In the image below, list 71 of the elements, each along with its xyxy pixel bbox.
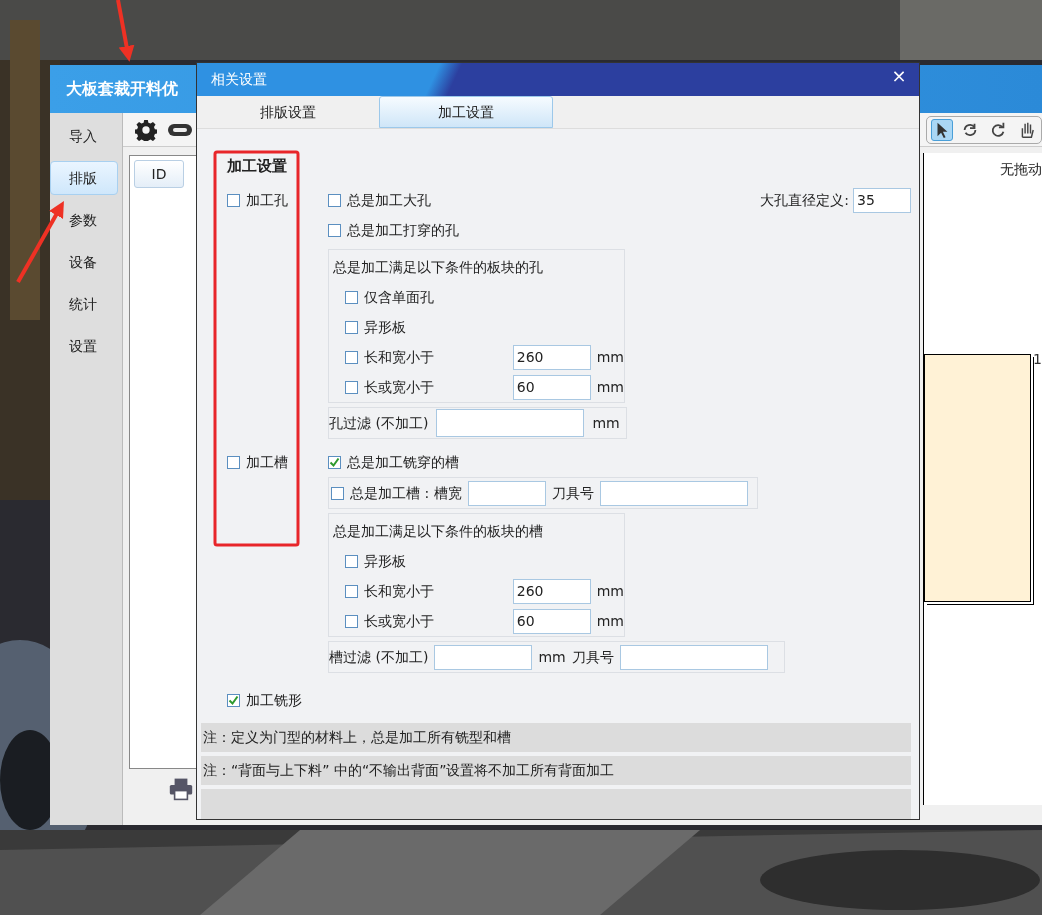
checkbox[interactable]: [328, 455, 341, 469]
unit-label: mm: [538, 647, 566, 667]
group-title: 总是加工满足以下条件的板块的槽: [333, 521, 544, 541]
tab[interactable]: 排版设置: [201, 96, 375, 128]
checkbox[interactable]: [328, 193, 341, 207]
input-field[interactable]: 35: [853, 187, 911, 213]
checkbox[interactable]: [345, 614, 358, 628]
note-text: 注：定义为门型的材料上，总是加工所有铣型和槽: [201, 723, 911, 752]
input-field[interactable]: [467, 480, 546, 506]
input-field[interactable]: 260: [512, 344, 591, 370]
sidebar-item[interactable]: 统计: [50, 287, 118, 321]
field-label: 槽过滤 (不加工): [329, 647, 429, 667]
checkbox-label: 总是加工铣穿的槽: [347, 452, 459, 472]
checkbox[interactable]: [227, 455, 240, 469]
checkbox-label: 长和宽小于: [364, 347, 435, 367]
section-heading: 加工设置: [227, 156, 287, 177]
pointer-tool[interactable]: [931, 118, 953, 141]
sidebar-item[interactable]: 排版: [50, 161, 118, 195]
unit-label: mm: [596, 377, 624, 397]
checkbox[interactable]: [345, 350, 358, 364]
checkbox[interactable]: [345, 320, 358, 334]
sidebar-item[interactable]: 参数: [50, 203, 118, 237]
unit-label: mm: [592, 413, 620, 433]
input-field[interactable]: 60: [512, 608, 591, 634]
checkbox-label: 加工铣形: [246, 690, 302, 710]
checkbox[interactable]: [331, 486, 344, 500]
checkbox[interactable]: [345, 584, 358, 598]
checkbox-label: 加工孔: [246, 190, 288, 210]
status-text: 无拖动: [1000, 160, 1042, 179]
field-label: 孔过滤 (不加工): [329, 413, 429, 433]
input-field[interactable]: [599, 480, 748, 506]
unit-label: mm: [596, 611, 624, 631]
group-title: 总是加工满足以下条件的板块的孔: [333, 257, 544, 277]
sidebar-item[interactable]: 设备: [50, 245, 118, 279]
dialog-title: 相关设置: [211, 70, 267, 89]
checkbox-label: 异形板: [364, 551, 406, 571]
window-title: 大板套裁开料优: [66, 78, 178, 100]
input-field[interactable]: 260: [512, 578, 591, 604]
panel-number: 1: [1033, 350, 1042, 369]
sidebar-item[interactable]: 导入: [50, 119, 118, 153]
tab[interactable]: 加工设置: [379, 96, 553, 128]
sidebar-item[interactable]: 设置: [50, 329, 118, 363]
checkbox[interactable]: [227, 693, 240, 707]
gear-icon[interactable]: [135, 118, 157, 141]
checkbox[interactable]: [328, 223, 341, 237]
input-field[interactable]: [434, 644, 533, 670]
checkbox-label: 总是加工打穿的孔: [347, 220, 459, 240]
unit-label: mm: [596, 347, 624, 367]
checkbox-label: 总是加工槽 : 槽宽: [350, 483, 462, 503]
field-label: 大孔直径定义:: [760, 190, 849, 210]
field-label: 刀具号: [551, 483, 594, 503]
column-header[interactable]: ID: [134, 160, 184, 188]
input-field[interactable]: 60: [512, 374, 591, 400]
checkbox-label: 长和宽小于: [364, 581, 435, 601]
checkbox-label: 加工槽: [246, 452, 288, 472]
checkbox-label: 异形板: [364, 317, 406, 337]
close-button[interactable]: ×: [879, 63, 919, 89]
field-label: 刀具号: [571, 647, 614, 667]
input-field[interactable]: [436, 409, 585, 437]
checkbox-label: 总是加工大孔: [347, 190, 431, 210]
checkbox[interactable]: [345, 554, 358, 568]
checkbox[interactable]: [227, 193, 240, 207]
checkbox[interactable]: [345, 290, 358, 304]
checkbox[interactable]: [345, 380, 358, 394]
checkbox-label: 长或宽小于: [364, 377, 435, 397]
input-field[interactable]: [619, 644, 768, 670]
checkbox-label: 长或宽小于: [364, 611, 435, 631]
annotation-arrow: [116, 0, 135, 62]
unit-label: mm: [596, 581, 624, 601]
checkbox-label: 仅含单面孔: [364, 287, 434, 307]
note-text: 注：“背面与上下料” 中的“不输出背面”设置将不加工所有背面加工: [201, 756, 911, 785]
